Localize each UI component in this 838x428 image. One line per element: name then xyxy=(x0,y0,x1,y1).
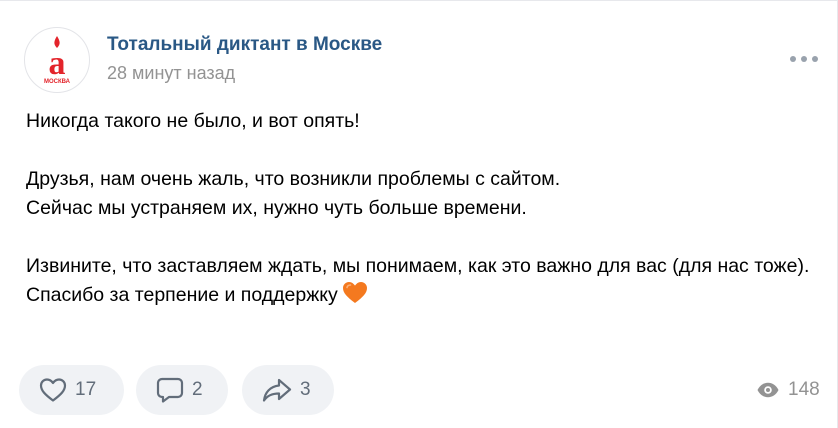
share-button[interactable]: 3 xyxy=(242,365,334,415)
text-line: Извините, что заставляем ждать, мы поним… xyxy=(26,255,810,277)
author-name[interactable]: Тотальный диктант в Москве xyxy=(107,34,382,56)
more-options-icon[interactable] xyxy=(790,53,818,65)
comment-button[interactable]: 2 xyxy=(136,365,228,415)
share-count: 3 xyxy=(300,379,311,400)
svg-text:МОСКВА: МОСКВА xyxy=(44,79,71,85)
dot xyxy=(801,56,807,62)
comment-count: 2 xyxy=(192,379,203,400)
comment-icon xyxy=(156,377,184,403)
post-card: а МОСКВА Тотальный диктант в Москве 28 м… xyxy=(0,0,838,428)
heart-outline-icon xyxy=(39,378,67,402)
like-count: 17 xyxy=(75,379,97,400)
text-line: Спасибо за терпение и поддержку xyxy=(26,284,338,306)
text-line: Никогда такого не было, и вот опять! xyxy=(26,110,360,132)
post-timestamp[interactable]: 28 минут назад xyxy=(107,63,235,84)
dot xyxy=(812,56,818,62)
text-line xyxy=(26,223,816,252)
text-line xyxy=(26,136,816,165)
text-line: Друзья, нам очень жаль, что возникли про… xyxy=(26,168,561,190)
share-arrow-icon xyxy=(262,378,292,402)
svg-text:а: а xyxy=(49,45,66,82)
views-count: 148 xyxy=(788,379,820,400)
post-text: Никогда такого не было, и вот опять! Дру… xyxy=(26,107,816,314)
avatar[interactable]: а МОСКВА xyxy=(24,27,90,93)
views-counter: 148 xyxy=(756,377,820,403)
eye-icon xyxy=(757,382,779,398)
text-line: Сейчас мы устраняем их, нужно чуть больш… xyxy=(26,197,527,219)
text-line-last: Спасибо за терпение и поддержку xyxy=(26,281,816,314)
orange-heart-emoji-icon xyxy=(342,281,368,314)
totalny-diktant-logo-icon: а МОСКВА xyxy=(44,36,71,85)
dot xyxy=(790,56,796,62)
like-button[interactable]: 17 xyxy=(19,365,124,415)
